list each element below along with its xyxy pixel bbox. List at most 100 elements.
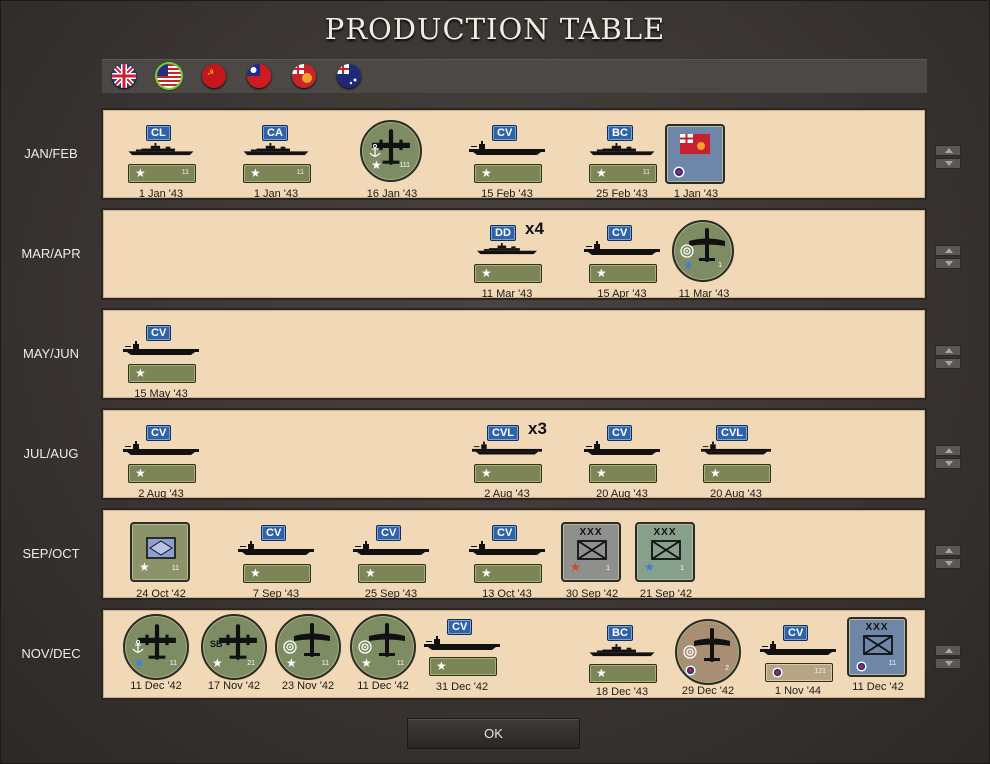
unit-light-carrier[interactable]: CVL x3 ★ 2 Aug '43	[467, 411, 547, 501]
unit-type-badge: CV	[783, 625, 809, 641]
unit-aircraft-carrier[interactable]: CV ★ 31 Dec '42	[422, 611, 502, 701]
scroll-up-arrow-icon[interactable]	[935, 645, 961, 656]
scroll-down-arrow-icon[interactable]	[935, 258, 961, 269]
carrier-icon	[760, 641, 836, 655]
scroll-up-arrow-icon[interactable]	[935, 145, 961, 156]
unit-size-label: XXX	[865, 622, 889, 633]
unit-strategic-bomber[interactable]: SB ★ 21 17 Nov '42	[194, 611, 274, 701]
star-icon: ★	[683, 258, 694, 272]
unit-aircraft-carrier[interactable]: CV ★ 15 Apr '43	[582, 211, 662, 301]
unit-army-counter[interactable]: XXX 11 11 Dec '42	[838, 611, 918, 701]
scroll-down-arrow-icon[interactable]	[935, 558, 961, 569]
row-label-may-jun: MAY/JUN	[22, 346, 80, 361]
scroll-up-arrow-icon[interactable]	[935, 345, 961, 356]
star-icon: ★	[361, 656, 372, 670]
arrival-date: 21 Sep '42	[639, 588, 693, 600]
unit-destroyer[interactable]: DD x4 ★ 11 Mar '43	[467, 211, 547, 301]
arrival-date: 1 Jan '43	[138, 188, 184, 200]
unit-type-badge: CV	[447, 619, 473, 635]
unit-aircraft-carrier[interactable]: CV ★ 25 Sep '43	[351, 511, 431, 601]
arrival-date: 1 Jan '43	[253, 188, 299, 200]
row-scroll-sep-oct[interactable]	[935, 545, 961, 569]
unit-aircraft-carrier[interactable]: CV 121 1 Nov '44	[758, 611, 838, 701]
row-scroll-jul-aug[interactable]	[935, 445, 961, 469]
row-scroll-may-jun[interactable]	[935, 345, 961, 369]
land-unit-counter: XXX ★ 1	[561, 522, 621, 582]
unit-army-counter[interactable]: XXX ★ 1 30 Sep '42	[552, 511, 632, 601]
usa-flag[interactable]	[157, 64, 181, 88]
arrival-date: 29 Dec '42	[681, 685, 735, 697]
cruiser-icon	[243, 143, 309, 156]
unit-aircraft-carrier[interactable]: CV ★ 20 Aug '43	[582, 411, 662, 501]
row-scroll-nov-dec[interactable]	[935, 645, 961, 669]
unit-aircraft-carrier[interactable]: CV ★ 7 Sep '43	[236, 511, 316, 601]
unit-strength-bar: ★	[128, 464, 196, 483]
unit-fighter[interactable]: ★ 11 11 Dec '42	[343, 611, 423, 701]
air-unit-counter: ★ 1	[672, 220, 734, 282]
scroll-up-arrow-icon[interactable]	[935, 545, 961, 556]
carrier-icon	[353, 541, 429, 555]
unit-aircraft-carrier[interactable]: CV ★ 15 May '43	[121, 311, 201, 401]
unit-strength-bar: ★	[589, 464, 657, 483]
star-icon: ★	[596, 466, 607, 480]
scroll-up-arrow-icon[interactable]	[935, 445, 961, 456]
unit-pips: 11	[888, 660, 896, 667]
arrival-date: 15 Feb '43	[481, 188, 533, 200]
ok-button[interactable]: OK	[407, 718, 580, 749]
uk-flag[interactable]	[112, 64, 136, 88]
star-icon: ★	[481, 466, 492, 480]
unit-multiplier: x3	[528, 419, 547, 438]
unit-aircraft-carrier[interactable]: CV ★ 13 Oct '43	[467, 511, 547, 601]
ussr-flag[interactable]: ☭	[202, 64, 226, 88]
star-icon: ★	[250, 166, 261, 180]
india-flag[interactable]	[292, 64, 316, 88]
scroll-down-arrow-icon[interactable]	[935, 158, 961, 169]
unit-pips: 121	[814, 668, 826, 675]
red-ensign-flag-icon	[680, 134, 710, 154]
arrival-date: 1 Nov '44	[774, 685, 822, 697]
unit-fighter[interactable]: ★ 1 11 Mar '43	[664, 211, 744, 301]
unit-aircraft-carrier[interactable]: CV ★ 2 Aug '43	[121, 411, 201, 501]
unit-fighter[interactable]: 2 29 Dec '42	[668, 611, 748, 701]
bomber-plane-icon	[217, 621, 259, 663]
unit-battlecruiser[interactable]: BC ★ 18 Dec '43	[582, 611, 662, 701]
unit-naval-bomber[interactable]: ★ 11 11 Dec '42	[116, 611, 196, 701]
unit-light-cruiser[interactable]: CL ★ 11 1 Jan '43	[121, 111, 201, 201]
unit-strength-bar: ★	[128, 364, 196, 383]
roundel-icon	[685, 665, 696, 676]
unit-strength-bar: ★	[474, 264, 542, 283]
star-icon: ★	[481, 166, 492, 180]
unit-type-badge: CA	[262, 125, 288, 141]
australia-flag[interactable]	[337, 64, 361, 88]
unit-type-badge: BC	[607, 625, 633, 641]
unit-strength-bar: ★ 11	[243, 164, 311, 183]
unit-india-counter[interactable]: 1 Jan '43	[656, 111, 736, 201]
arrival-date: 25 Sep '43	[364, 588, 418, 600]
china-flag[interactable]	[247, 64, 271, 88]
unit-strength-bar: ★ 11	[589, 164, 657, 183]
fighter-plane-icon	[367, 621, 407, 661]
unit-fighter[interactable]: ★ 11 23 Nov '42	[268, 611, 348, 701]
target-icon	[283, 640, 297, 654]
unit-heavy-cruiser[interactable]: CA ★ 11 1 Jan '43	[236, 111, 316, 201]
unit-pips: 11	[642, 169, 650, 176]
unit-army-counter[interactable]: XXX ★ 1 21 Sep '42	[626, 511, 706, 601]
land-unit-counter	[665, 124, 725, 184]
scroll-down-arrow-icon[interactable]	[935, 658, 961, 669]
carrier-icon	[469, 141, 545, 155]
arrival-date: 20 Aug '43	[596, 488, 648, 500]
unit-role-label: SB	[210, 639, 223, 649]
unit-hq-counter[interactable]: ★ 11 24 Oct '42	[121, 511, 201, 601]
arrival-date: 1 Jan '43	[673, 188, 719, 200]
unit-battlecruiser[interactable]: BC ★ 11 25 Feb '43	[582, 111, 662, 201]
unit-naval-bomber[interactable]: ★ 111 16 Jan '43	[352, 111, 432, 201]
unit-light-carrier[interactable]: CVL ★ 20 Aug '43	[696, 411, 776, 501]
scroll-down-arrow-icon[interactable]	[935, 358, 961, 369]
unit-size-label: XXX	[579, 527, 603, 538]
unit-aircraft-carrier[interactable]: CV ★ 15 Feb '43	[467, 111, 547, 201]
row-scroll-mar-apr[interactable]	[935, 245, 961, 269]
unit-strength-bar: ★	[474, 564, 542, 583]
scroll-up-arrow-icon[interactable]	[935, 245, 961, 256]
row-scroll-jan-feb[interactable]	[935, 145, 961, 169]
scroll-down-arrow-icon[interactable]	[935, 458, 961, 469]
